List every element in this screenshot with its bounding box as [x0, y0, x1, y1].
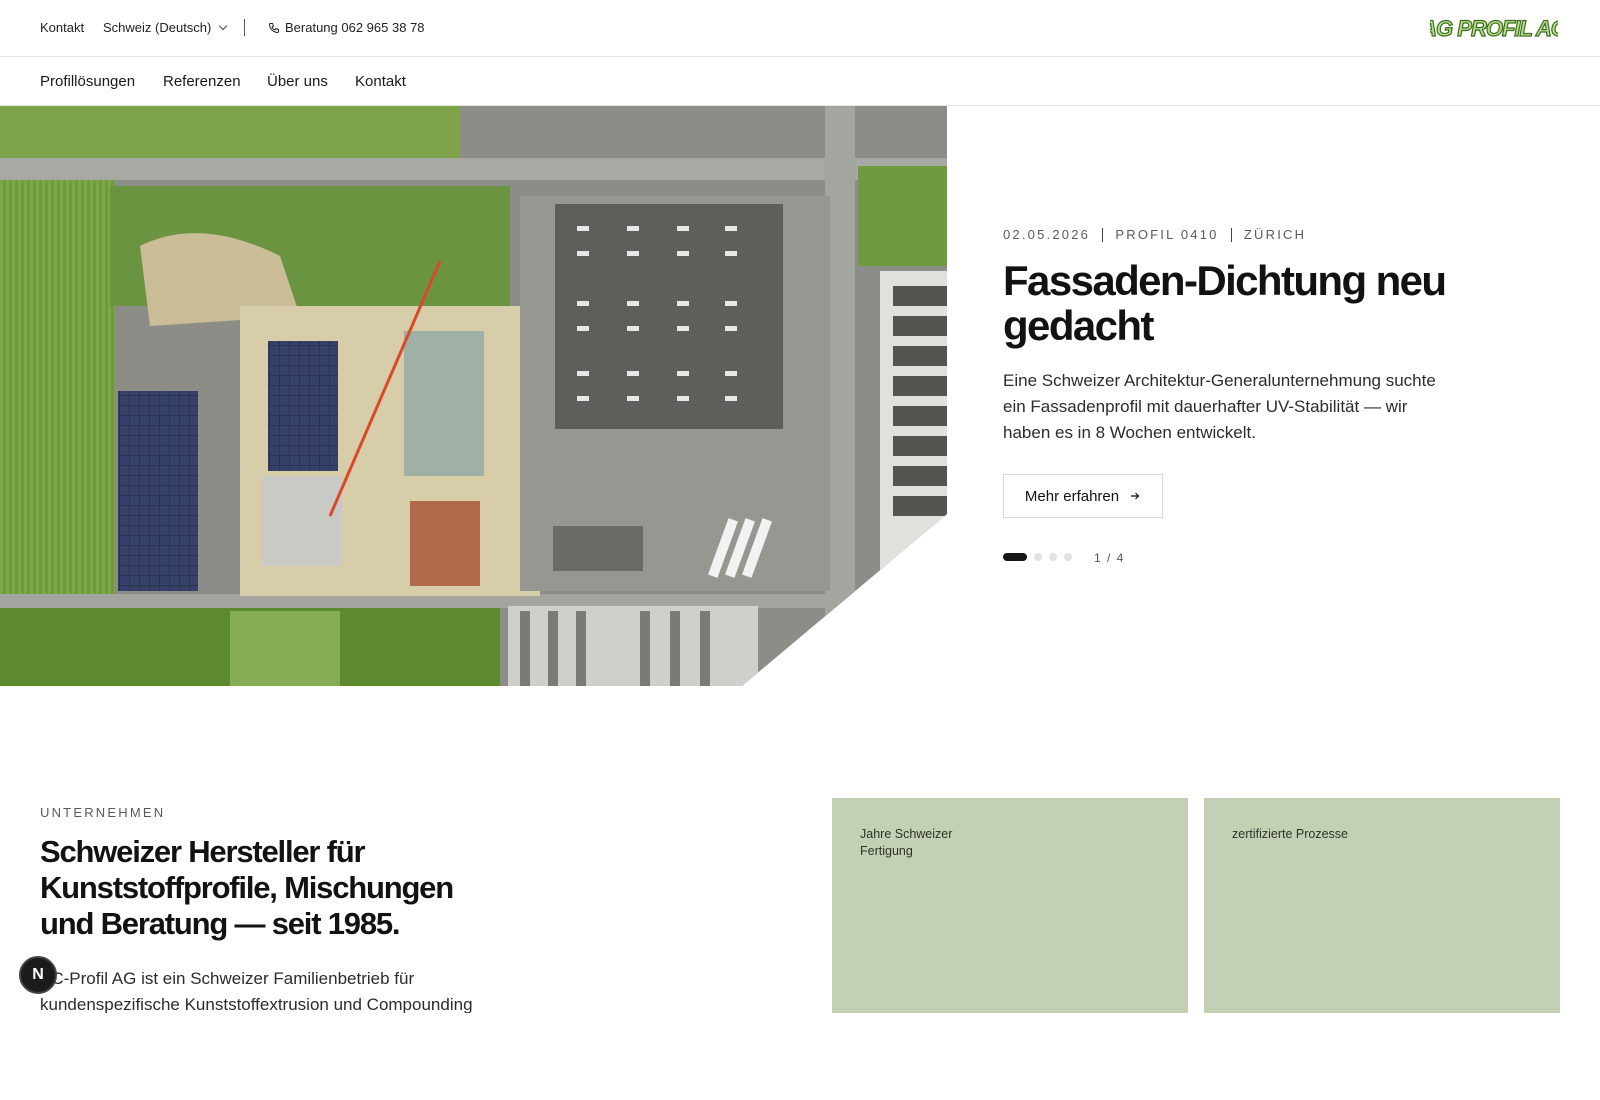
arrow-right-icon [1131, 492, 1140, 500]
chevron-down-icon [219, 21, 228, 30]
hero-date: 02.05.2026 [1003, 227, 1091, 242]
stat-card-label: Jahre Schweizer Fertigung [860, 827, 953, 858]
nav-item-kontakt[interactable]: Kontakt [355, 73, 406, 90]
phone-link[interactable]: Beratung 062 965 38 78 [268, 20, 425, 35]
nav-item-profilloesungen[interactable]: Profillösungen [40, 73, 135, 90]
nav-item-referenzen[interactable]: Referenzen [163, 73, 241, 90]
page-bottom-blank [0, 1013, 1600, 1100]
stat-card-certified: zertifizierte Prozesse [1204, 798, 1560, 1013]
logo-text: AG PROFIL AG [1430, 16, 1558, 41]
main-navigation: Profillösungen Referenzen Über uns Konta… [0, 57, 1600, 106]
topbar-contact-link[interactable]: Kontakt [40, 20, 84, 35]
hero-aerial-image [0, 106, 947, 686]
language-selector[interactable]: Schweiz (Deutsch) [103, 20, 228, 35]
hero-meta: 02.05.2026 PROFIL 0410 ZÜRICH [1003, 227, 1306, 242]
hero-title: Fassaden-Dichtung neu gedacht [1003, 257, 1447, 349]
stat-card-label: zertifizierte Prozesse [1232, 827, 1349, 841]
slide-pager: 1 / 4 [1094, 551, 1125, 565]
slider-dots [1003, 553, 1072, 561]
phone-icon [268, 22, 279, 33]
meta-divider [1230, 227, 1232, 242]
section-text: AC-Profil AG ist ein Schweizer Familienb… [40, 969, 473, 1014]
hero-profile: PROFIL 0410 [1115, 227, 1219, 242]
slider-dot[interactable] [1064, 553, 1072, 561]
learn-more-button[interactable]: Mehr erfahren [1003, 474, 1163, 518]
hero-city: ZÜRICH [1243, 227, 1307, 242]
section-eyebrow: UNTERNEHMEN [40, 805, 166, 820]
slider-dot[interactable] [1049, 553, 1057, 561]
slider-dot[interactable] [1034, 553, 1042, 561]
slider-dot[interactable] [1003, 553, 1027, 561]
n-badge-button[interactable]: N [19, 956, 57, 994]
meta-divider [1102, 227, 1104, 242]
hero-description: Eine Schweizer Architektur-Generaluntern… [1003, 371, 1436, 442]
learn-more-label: Mehr erfahren [1024, 487, 1120, 505]
phone-label: Beratung 062 965 38 78 [285, 20, 425, 35]
company-logo[interactable]: AG PROFIL AG [1420, 14, 1570, 42]
topbar-divider [244, 19, 245, 36]
language-label: Schweiz (Deutsch) [103, 20, 212, 35]
top-utility-bar: Kontakt Schweiz (Deutsch) Beratung 062 9… [0, 0, 1600, 57]
section-title: Schweizer Hersteller für Kunststoffprofi… [40, 834, 454, 941]
nav-item-ueber-uns[interactable]: Über uns [267, 73, 328, 90]
stat-card-years: Jahre Schweizer Fertigung [832, 798, 1188, 1013]
